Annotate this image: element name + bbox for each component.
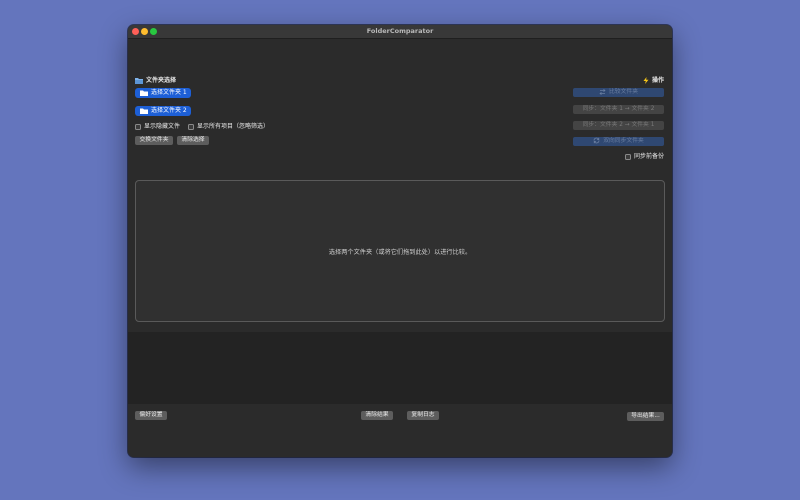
copy-log-button[interactable]: 复制日志 xyxy=(407,411,439,420)
swap-folders-button[interactable]: 交换文件夹 xyxy=(135,136,173,145)
clear-results-button[interactable]: 清除结果 xyxy=(361,411,393,420)
footer-bar: 偏好设置 清除结果 复制日志 导出结果... xyxy=(128,404,672,457)
drop-placeholder-text: 选择两个文件夹（或将它们拖到此处）以进行比较。 xyxy=(328,249,472,256)
actions-heading-text: 操作 xyxy=(651,77,664,84)
bidirectional-sync-button[interactable]: 双向同步文件夹 xyxy=(573,137,664,146)
folder-icon xyxy=(140,90,148,96)
log-area xyxy=(128,332,672,404)
bidirectional-sync-label: 双向同步文件夹 xyxy=(603,138,644,144)
drop-area[interactable]: 选择两个文件夹（或将它们拖到此处）以进行比较。 xyxy=(135,180,665,322)
show-all-checkbox[interactable] xyxy=(188,124,194,130)
sync-2-to-1-button[interactable]: 同步：文件夹 2 → 文件夹 1 xyxy=(573,121,664,130)
window-title: FolderComparator xyxy=(366,27,434,35)
show-all-label: 显示所有项目（忽略筛选） xyxy=(197,123,270,130)
select-folder-1-button[interactable]: 选择文件夹 1 xyxy=(135,88,191,98)
folder-selection-heading-text: 文件夹选择 xyxy=(146,77,177,84)
compare-folders-button[interactable]: 比较文件夹 xyxy=(573,88,664,97)
show-hidden-label: 显示隐藏文件 xyxy=(144,123,181,130)
preferences-button[interactable]: 偏好设置 xyxy=(135,411,167,420)
backup-before-sync-checkbox[interactable] xyxy=(625,154,631,160)
folder-icon xyxy=(140,108,148,114)
compare-folders-label: 比较文件夹 xyxy=(609,89,638,95)
sync-1-to-2-button[interactable]: 同步：文件夹 1 → 文件夹 2 xyxy=(573,105,664,114)
export-results-button[interactable]: 导出结果... xyxy=(627,412,664,421)
actions-heading: 操作 xyxy=(643,77,664,85)
select-folder-1-label: 选择文件夹 1 xyxy=(151,89,187,96)
select-folder-2-label: 选择文件夹 2 xyxy=(151,107,187,114)
arrows-swap-icon xyxy=(599,88,606,95)
select-folder-2-button[interactable]: 选择文件夹 2 xyxy=(135,106,191,116)
folder-icon xyxy=(135,78,143,84)
backup-before-sync-label: 同步前备份 xyxy=(634,153,665,160)
show-hidden-checkbox[interactable] xyxy=(135,124,141,130)
refresh-icon xyxy=(593,137,600,144)
folder-selection-heading: 文件夹选择 xyxy=(135,77,176,85)
app-window: FolderComparator 文件夹选择 选择文件夹 1 选择文件夹 2 显… xyxy=(128,25,672,457)
title-bar: FolderComparator xyxy=(128,25,672,39)
lightning-icon xyxy=(643,77,649,84)
clear-selection-button[interactable]: 清除选择 xyxy=(177,136,209,145)
